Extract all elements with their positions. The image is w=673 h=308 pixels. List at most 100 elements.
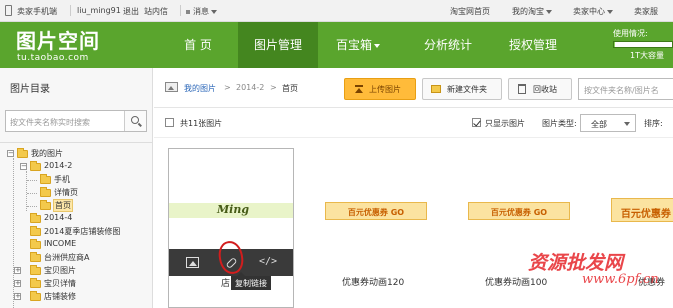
code-icon[interactable]: </> [259,256,277,267]
nav-analytics[interactable]: 分析统计 [408,22,488,68]
new-folder-icon [431,85,441,93]
phone-icon [5,5,12,16]
tree-item-2014-4[interactable]: 2014-4 [4,212,152,224]
my-taobao-label: 我的淘宝 [512,7,544,16]
image-type-value: 全部 [591,120,607,129]
seller-service-menu[interactable]: 卖家服 [634,6,658,17]
taobao-home-link[interactable]: 淘宝网首页 [450,6,490,17]
folder-search-button[interactable] [124,111,146,131]
image-name: 优惠券动画100 [485,278,548,288]
tree-label: 宝贝详情 [44,279,76,288]
coupon-thumbnail[interactable]: 百元优惠券 GO [325,202,427,220]
username[interactable]: liu_ming91 [77,6,121,15]
sidebar-title: 图片目录 [10,84,50,95]
tree-line [27,193,37,194]
coupon-text: 百元优惠券 GO [490,208,548,217]
tree-item-homepage[interactable]: 首页 [4,199,152,212]
breadcrumb-separator: > [270,83,277,92]
filter-bar: 共11张图片 只显示图片 图片类型: 全部 排序: [154,108,673,138]
nav-authorization[interactable]: 授权管理 [493,22,573,68]
sidebar: 图片目录 按文件夹名称实时搜索 − 我的图片 − 2014-2 手机 详情页 首… [0,68,153,308]
image-search-input[interactable]: 按文件夹名称/图片名 [578,78,673,100]
folder-icon [17,148,28,158]
upload-image-button[interactable]: 上传图片 [344,78,416,100]
tree-item-income[interactable]: INCOME [4,238,152,250]
seller-center-menu[interactable]: 卖家中心 [573,6,613,17]
image-search-placeholder: 按文件夹名称/图片名 [584,86,659,95]
chevron-down-icon [374,43,380,48]
tree-label: 手机 [54,175,70,184]
nav-image-management[interactable]: 图片管理 [238,22,318,68]
expand-toggle[interactable]: + [14,267,21,274]
select-all-checkbox[interactable] [165,118,174,127]
new-folder-button[interactable]: 新建文件夹 [422,78,502,100]
tree-label: 我的图片 [31,149,63,158]
coupon-text: 百元优惠券 GO [620,209,673,220]
nav-home[interactable]: 首 页 [158,22,238,68]
tree-item-my-images[interactable]: − 我的图片 [4,147,152,159]
tree-item-2014-2[interactable]: − 2014-2 [4,160,152,172]
folder-search-input[interactable]: 按文件夹名称实时搜索 [5,110,147,132]
coupon-thumbnail[interactable]: 百元优惠券 GO [468,202,570,220]
usage-capacity: 1T大容量 [630,51,664,60]
collapse-toggle[interactable]: − [7,150,14,157]
only-images-checkbox[interactable] [472,118,481,127]
image-name: 优惠券动画120 [342,278,405,288]
tree-item-shop-decor[interactable]: + 店铺装修 [4,290,152,302]
breadcrumb-my-images[interactable]: 我的图片 [184,83,216,94]
breadcrumb-homepage: 首页 [282,84,298,93]
seller-center-label: 卖家中心 [573,7,605,16]
chevron-down-icon [607,9,613,14]
folder-icon [30,265,41,275]
message-menu[interactable]: 消息 [186,6,217,17]
breadcrumb-separator: > [224,83,231,92]
top-bar: 卖家手机端 liu_ming91 退出 站内信 消息 淘宝网首页 我的淘宝 卖家… [0,0,673,22]
usage-progress-bar [613,41,673,48]
expand-toggle[interactable]: + [14,280,21,287]
tree-label: 首页 [53,199,73,212]
recycle-bin-button[interactable]: 回收站 [508,78,572,100]
folder-icon [30,161,41,171]
image-card[interactable]: Ming </> 店 复制链接 [168,148,294,308]
tree-label: 台洲供应商A [44,253,90,262]
folder-icon [40,200,51,210]
tree-label: 详情页 [54,188,78,197]
copy-link-tooltip: 复制链接 [231,272,271,290]
collapse-toggle[interactable]: − [20,163,27,170]
folder-icon [40,187,51,197]
coupon-thumbnail[interactable]: 百元优惠券 GO [611,198,673,222]
breadcrumb-2014-2[interactable]: 2014-2 [236,83,264,92]
folder-icon [30,278,41,288]
tree-label: 2014-2 [44,161,73,170]
tree-item-product-details[interactable]: + 宝贝详情 [4,277,152,289]
tree-item-detail-page[interactable]: 详情页 [4,186,152,198]
header: 图片空间 tu.taobao.com 首 页 图片管理 百宝箱 分析统计 授权管… [0,22,673,68]
nav-toolbox[interactable]: 百宝箱 [318,22,398,68]
image-icon[interactable] [186,257,199,268]
image-card[interactable]: 百元优惠券 GO 优惠券动画120 [312,148,438,308]
image-card[interactable]: 百元优惠券 GO 优惠券动画100 [455,148,581,308]
image-type-label: 图片类型: [542,119,577,128]
logo-title[interactable]: 图片空间 [16,25,100,54]
tree-item-supplier-a[interactable]: 台洲供应商A [4,251,152,263]
tree-item-summer-decor[interactable]: 2014夏季店铺装修图 [4,225,152,237]
seller-mobile-link[interactable]: 卖家手机端 [17,6,57,17]
expand-toggle[interactable]: + [14,293,21,300]
tree-line [27,206,37,207]
trash-icon [518,84,526,94]
my-taobao-menu[interactable]: 我的淘宝 [512,6,552,17]
folder-icon [30,291,41,301]
image-thumbnail[interactable]: Ming [169,203,293,218]
usage-progress-fill [614,42,616,47]
usage-label: 使用情况: [613,29,648,38]
logo-subtitle: tu.taobao.com [17,53,89,63]
only-images-label: 只显示图片 [485,119,525,128]
tree-item-phone[interactable]: 手机 [4,173,152,185]
coupon-text: 百元优惠券 GO [347,208,405,217]
upload-icon [355,85,363,93]
tree-item-product-images[interactable]: + 宝贝图片 [4,264,152,276]
logout-link[interactable]: 退出 [123,6,139,17]
tree-label: 2014夏季店铺装修图 [44,227,121,236]
inbox-link[interactable]: 站内信 [144,6,168,17]
image-type-select[interactable]: 全部 [580,114,636,132]
